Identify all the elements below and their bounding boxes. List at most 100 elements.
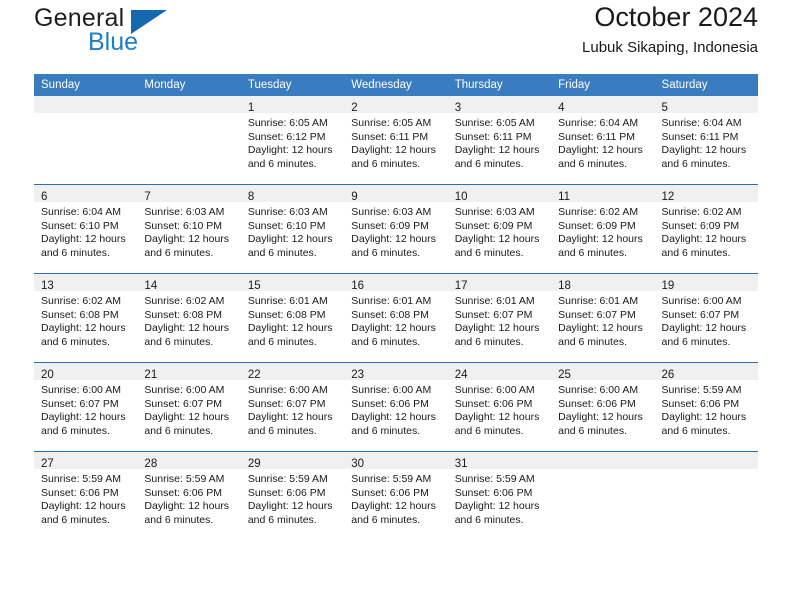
day-number: 22 — [247, 369, 261, 381]
calendar-day-cell[interactable]: 20 Sunrise: 6:00 AM Sunset: 6:07 PM Dayligh… — [34, 362, 138, 452]
sunrise-text: Sunrise: 5:59 AM — [454, 473, 535, 485]
daylight-text-cont: and 6 minutes. — [661, 157, 731, 170]
day-details: Sunrise: 6:02 AM Sunset: 6:09 PM Daylight:… — [551, 202, 654, 260]
sunrise-text: Sunrise: 6:05 AM — [247, 117, 328, 129]
sunrise-text: Sunrise: 6:00 AM — [247, 384, 328, 396]
sunset-text: Sunset: 6:10 PM — [41, 219, 119, 232]
calendar-day-cell[interactable]: 29 Sunrise: 5:59 AM Sunset: 6:06 PM Dayligh… — [240, 451, 345, 540]
day-number: 4 — [558, 102, 565, 114]
day-number: 13 — [41, 280, 54, 292]
general-blue-logo[interactable]: General Blue — [34, 6, 234, 64]
daylight-text-cont: and 6 minutes. — [351, 424, 421, 437]
calendar-day-cell[interactable]: 30 Sunrise: 5:59 AM Sunset: 6:06 PM Dayligh… — [344, 451, 448, 540]
sunset-text: Sunset: 6:08 PM — [144, 308, 223, 321]
calendar-day-cell[interactable]: 27 Sunrise: 5:59 AM Sunset: 6:06 PM Dayligh… — [34, 451, 138, 540]
day-details: Sunrise: 6:04 AM Sunset: 6:11 PM Daylight:… — [655, 113, 758, 171]
calendar-day-cell[interactable]: 5 Sunrise: 6:04 AM Sunset: 6:11 PM Daylight… — [654, 96, 758, 185]
day-number: 27 — [41, 458, 54, 470]
daylight-text-cont: and 6 minutes. — [247, 157, 317, 170]
calendar-day-cell[interactable]: 10 Sunrise: 6:03 AM Sunset: 6:09 PM Dayligh… — [447, 184, 552, 274]
day-details: Sunrise: 6:03 AM Sunset: 6:10 PM Daylight:… — [241, 202, 344, 260]
day-number-band: 22 — [240, 363, 345, 381]
day-details: Sunrise: 6:00 AM Sunset: 6:07 PM Daylight:… — [137, 380, 240, 438]
calendar-day-cell[interactable]: 19 Sunrise: 6:00 AM Sunset: 6:07 PM Dayligh… — [654, 273, 758, 363]
calendar-day-cell[interactable]: 22 Sunrise: 6:00 AM Sunset: 6:07 PM Dayligh… — [240, 362, 345, 452]
calendar-day-cell[interactable]: 3 Sunrise: 6:05 AM Sunset: 6:11 PM Daylight… — [447, 96, 552, 185]
daylight-text: Daylight: 12 hours — [351, 411, 436, 424]
calendar-day-cell[interactable]: 31 Sunrise: 5:59 AM Sunset: 6:06 PM Dayligh… — [447, 451, 552, 540]
calendar-week-row: 6 Sunrise: 6:04 AM Sunset: 6:10 PM Daylight… — [34, 184, 758, 274]
day-details: Sunrise: 6:05 AM Sunset: 6:12 PM Daylight:… — [241, 113, 344, 171]
day-number: 24 — [454, 369, 468, 381]
calendar-day-cell[interactable]: 11 Sunrise: 6:02 AM Sunset: 6:09 PM Dayligh… — [551, 184, 655, 274]
calendar-week-row: 27 Sunrise: 5:59 AM Sunset: 6:06 PM Dayligh… — [34, 451, 758, 540]
daylight-text: Daylight: 12 hours — [454, 322, 540, 335]
daylight-text-cont: and 6 minutes. — [661, 246, 731, 259]
calendar-day-cell[interactable]: 16 Sunrise: 6:01 AM Sunset: 6:08 PM Dayligh… — [344, 273, 448, 363]
sunrise-text: Sunrise: 5:59 AM — [41, 473, 121, 485]
calendar-day-cell[interactable]: 2 Sunrise: 6:05 AM Sunset: 6:11 PM Daylight… — [344, 96, 448, 185]
daylight-text-cont: and 6 minutes. — [558, 424, 627, 437]
day-number: 6 — [41, 191, 48, 203]
day-details: Sunrise: 6:02 AM Sunset: 6:08 PM Daylight:… — [137, 291, 240, 349]
day-number: 3 — [454, 102, 462, 114]
sunrise-text: Sunrise: 6:00 AM — [454, 384, 535, 396]
calendar-day-cell[interactable]: 4 Sunrise: 6:04 AM Sunset: 6:11 PM Daylight… — [551, 96, 655, 185]
day-number-band: 14 — [137, 274, 241, 292]
calendar-day-cell[interactable]: 9 Sunrise: 6:03 AM Sunset: 6:09 PM Daylight… — [344, 184, 448, 274]
daylight-text: Daylight: 12 hours — [144, 322, 230, 335]
day-number-band: 26 — [654, 363, 758, 381]
calendar-day-cell[interactable]: 1 Sunrise: 6:05 AM Sunset: 6:12 PM Daylight… — [240, 96, 345, 185]
calendar-day-cell[interactable]: 15 Sunrise: 6:01 AM Sunset: 6:08 PM Dayligh… — [240, 273, 345, 363]
sunset-text: Sunset: 6:11 PM — [454, 130, 532, 143]
sunrise-text: Sunrise: 6:01 AM — [558, 295, 639, 307]
calendar-day-cell[interactable]: 14 Sunrise: 6:02 AM Sunset: 6:08 PM Dayligh… — [137, 273, 241, 363]
sunset-text: Sunset: 6:09 PM — [454, 219, 533, 232]
day-number: 11 — [558, 191, 571, 203]
day-number: 14 — [144, 280, 158, 292]
day-number-band: 7 — [137, 185, 241, 203]
day-number: 19 — [661, 280, 675, 292]
calendar-day-cell[interactable]: 23 Sunrise: 6:00 AM Sunset: 6:06 PM Dayligh… — [344, 362, 448, 452]
weekday-header-saturday: Saturday — [654, 74, 758, 96]
calendar-day-cell[interactable]: 24 Sunrise: 6:00 AM Sunset: 6:06 PM Dayligh… — [447, 362, 552, 452]
weekday-header-tuesday: Tuesday — [240, 74, 345, 96]
sunset-text: Sunset: 6:08 PM — [41, 308, 119, 321]
daylight-text: Daylight: 12 hours — [661, 411, 747, 424]
day-number: 7 — [144, 191, 151, 203]
calendar-day-cell[interactable]: 25 Sunrise: 6:00 AM Sunset: 6:06 PM Dayligh… — [551, 362, 655, 452]
calendar-page: General Blue October 2024 Lubuk Sikaping… — [0, 0, 792, 612]
calendar-day-cell[interactable]: 26 Sunrise: 5:59 AM Sunset: 6:06 PM Dayligh… — [654, 362, 758, 452]
page-header: General Blue October 2024 Lubuk Sikaping… — [34, 0, 758, 74]
daylight-text: Daylight: 12 hours — [247, 144, 333, 157]
calendar-day-cell[interactable]: 7 Sunrise: 6:03 AM Sunset: 6:10 PM Daylight… — [137, 184, 241, 274]
day-number-band: 23 — [344, 363, 448, 381]
sunrise-text: Sunrise: 6:01 AM — [454, 295, 535, 307]
calendar-day-cell[interactable]: 21 Sunrise: 6:00 AM Sunset: 6:07 PM Dayligh… — [137, 362, 241, 452]
sunset-text: Sunset: 6:12 PM — [247, 130, 326, 143]
sunset-text: Sunset: 6:06 PM — [41, 486, 119, 499]
calendar-day-cell[interactable]: 6 Sunrise: 6:04 AM Sunset: 6:10 PM Daylight… — [34, 184, 138, 274]
daylight-text-cont: and 6 minutes. — [351, 335, 421, 348]
calendar-day-cell[interactable]: 17 Sunrise: 6:01 AM Sunset: 6:07 PM Dayligh… — [447, 273, 552, 363]
daylight-text: Daylight: 12 hours — [144, 233, 230, 246]
day-number-band: 15 — [240, 274, 345, 292]
calendar-day-cell[interactable]: 28 Sunrise: 5:59 AM Sunset: 6:06 PM Dayligh… — [137, 451, 241, 540]
sunset-text: Sunset: 6:06 PM — [351, 486, 429, 499]
sunset-text: Sunset: 6:07 PM — [41, 397, 119, 410]
sunrise-text: Sunrise: 6:05 AM — [351, 117, 432, 129]
daylight-text-cont: and 6 minutes. — [351, 246, 421, 259]
day-number-band: 30 — [344, 452, 448, 470]
day-details: Sunrise: 6:00 AM Sunset: 6:06 PM Daylight:… — [344, 380, 447, 438]
sunrise-text: Sunrise: 6:03 AM — [351, 206, 432, 218]
calendar-empty-cell — [654, 451, 758, 540]
calendar-day-cell[interactable]: 13 Sunrise: 6:02 AM Sunset: 6:08 PM Dayligh… — [34, 273, 138, 363]
calendar-day-cell[interactable]: 8 Sunrise: 6:03 AM Sunset: 6:10 PM Daylight… — [240, 184, 345, 274]
sunrise-text: Sunrise: 5:59 AM — [144, 473, 225, 485]
calendar-day-cell[interactable]: 18 Sunrise: 6:01 AM Sunset: 6:07 PM Dayligh… — [551, 273, 655, 363]
sunset-text: Sunset: 6:09 PM — [661, 219, 740, 232]
calendar-day-cell[interactable]: 12 Sunrise: 6:02 AM Sunset: 6:09 PM Dayligh… — [654, 184, 758, 274]
daylight-text-cont: and 6 minutes. — [247, 513, 317, 526]
day-number-band: 3 — [447, 96, 552, 114]
daylight-text: Daylight: 12 hours — [351, 233, 436, 246]
